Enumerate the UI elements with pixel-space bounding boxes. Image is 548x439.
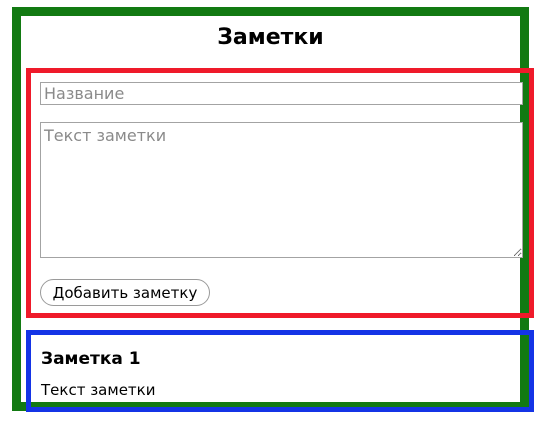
- note-text-input[interactable]: [40, 122, 523, 258]
- note-text: Текст заметки: [41, 381, 156, 399]
- note-title: Заметка 1: [41, 349, 141, 369]
- add-note-button[interactable]: Добавить заметку: [40, 279, 210, 306]
- note-card: Заметка 1 Текст заметки: [26, 330, 534, 412]
- note-form: Добавить заметку: [26, 68, 534, 318]
- notes-app: Заметки Добавить заметку Заметка 1 Текст…: [12, 7, 534, 412]
- page-title: Заметки: [217, 25, 324, 50]
- note-title-input[interactable]: [40, 82, 523, 105]
